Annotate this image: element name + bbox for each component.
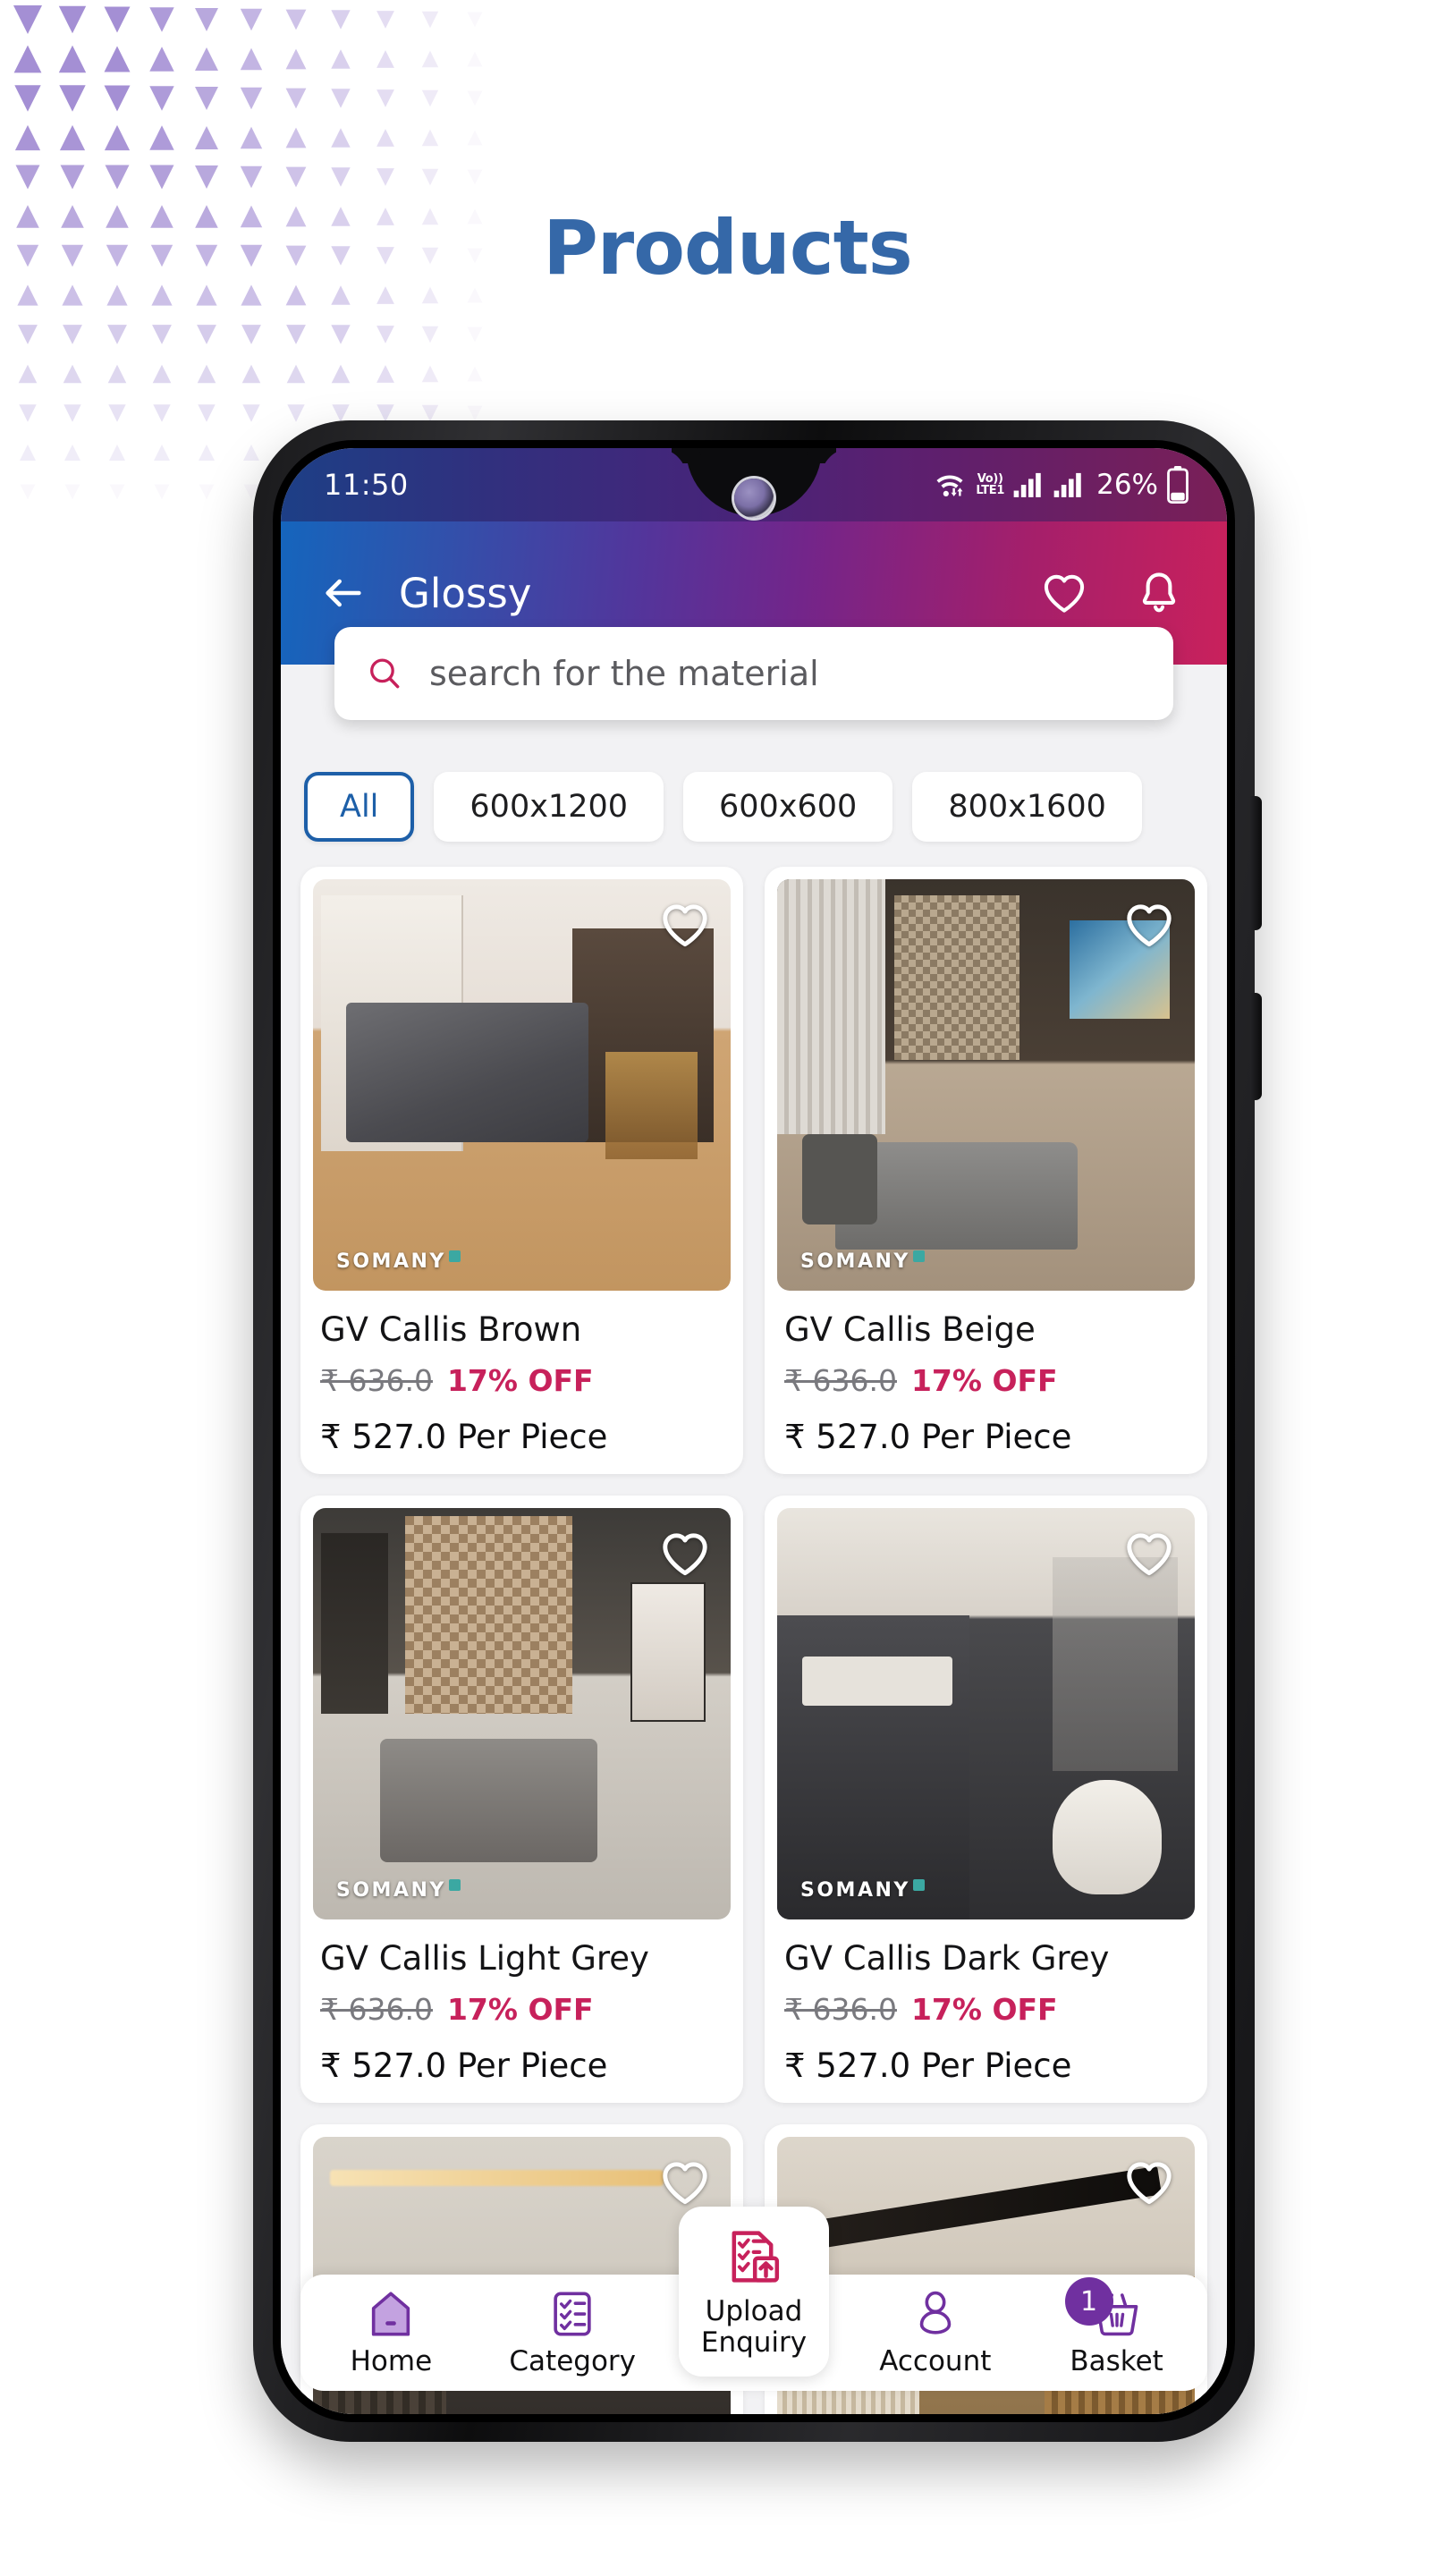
nav-label-category: Category: [509, 2345, 636, 2377]
upload-document-icon: [732, 2231, 780, 2283]
nav-label-home: Home: [350, 2345, 433, 2377]
status-clock: 11:50: [324, 468, 409, 502]
product-price: ₹ 527.0 Per Piece: [320, 1418, 608, 1456]
nav-label-upload-line1: Upload: [705, 2294, 803, 2327]
product-card[interactable]: SOMANY GV Callis Dark Grey ₹ 636.0 17% OFF ₹…: [765, 1496, 1207, 2103]
nav-label-upload-line2: Enquiry: [700, 2326, 808, 2359]
nav-item-home[interactable]: Home: [300, 2288, 482, 2377]
product-name: GV Callis Dark Grey: [784, 1939, 1110, 1978]
nav-item-category[interactable]: Category: [482, 2288, 664, 2377]
brand-watermark: SOMANY: [336, 1250, 461, 1273]
product-discount: 17% OFF: [910, 1363, 1058, 1398]
product-image[interactable]: SOMANY: [313, 1508, 731, 1919]
product-price-row: ₹ 636.0 17% OFF: [320, 1992, 731, 2027]
product-old-price: ₹ 636.0: [320, 1363, 433, 1398]
filter-chip-all[interactable]: All: [304, 772, 415, 842]
heart-icon[interactable]: [1121, 1526, 1177, 1581]
product-price: ₹ 527.0 Per Piece: [320, 2046, 608, 2085]
battery-icon: [1167, 466, 1189, 504]
home-icon: [372, 2292, 410, 2336]
product-price-row: ₹ 636.0 17% OFF: [784, 1992, 1195, 2027]
nav-item-account[interactable]: Account: [844, 2288, 1026, 2377]
heart-icon[interactable]: [1121, 897, 1177, 953]
search-bar-container: search for the material: [334, 627, 1173, 720]
phone-device-frame: 11:50 Vo)) LTE1 26% Glossy All 600x1200 …: [253, 420, 1262, 2442]
product-grid: SOMANY GV Callis Brown ₹ 636.0 17% OFF ₹ 527…: [281, 867, 1227, 2414]
front-camera-icon: [734, 479, 774, 518]
brand-watermark: SOMANY: [336, 1879, 461, 1902]
heart-icon[interactable]: [657, 897, 713, 953]
brand-watermark: SOMANY: [800, 1879, 925, 1902]
product-card[interactable]: SOMANY GV Callis Light Grey ₹ 636.0 17% OFF…: [300, 1496, 743, 2103]
product-name: GV Callis Beige: [784, 1310, 1036, 1349]
product-discount: 17% OFF: [910, 1992, 1058, 2027]
nav-item-upload-enquiry[interactable]: Upload Enquiry: [679, 2207, 829, 2377]
person-icon: [919, 2291, 952, 2334]
product-old-price: ₹ 636.0: [784, 1363, 897, 1398]
product-price-row: ₹ 636.0 17% OFF: [784, 1363, 1195, 1398]
status-indicators: Vo)) LTE1 26%: [932, 466, 1189, 504]
page-title: Products: [543, 204, 913, 292]
content-area: All 600x1200 600x600 800x1600 SOMANY GV Call…: [281, 665, 1227, 2414]
volume-button[interactable]: [1250, 993, 1262, 1100]
product-name: GV Callis Brown: [320, 1310, 582, 1349]
wifi-icon: [936, 475, 963, 496]
product-name: GV Callis Light Grey: [320, 1939, 649, 1978]
heart-icon[interactable]: [1121, 2155, 1177, 2210]
volte-icon: Vo)) LTE1: [976, 472, 1005, 497]
nav-item-basket[interactable]: 1 Basket: [1026, 2277, 1207, 2377]
product-old-price: ₹ 636.0: [784, 1992, 897, 2027]
heart-icon[interactable]: [1039, 568, 1089, 618]
basket-badge: 1: [1064, 2277, 1113, 2326]
heart-icon[interactable]: [657, 1526, 713, 1581]
power-button[interactable]: [1250, 796, 1262, 930]
filter-chip-800x1600[interactable]: 800x1600: [912, 772, 1142, 842]
product-price-row: ₹ 636.0 17% OFF: [320, 1363, 731, 1398]
nav-label-basket: Basket: [1070, 2345, 1163, 2377]
search-input[interactable]: search for the material: [429, 654, 819, 693]
product-card[interactable]: SOMANY GV Callis Beige ₹ 636.0 17% OFF ₹ 527…: [765, 867, 1207, 1474]
filter-chip-row: All 600x1200 600x600 800x1600: [281, 772, 1227, 842]
product-discount: 17% OFF: [446, 1363, 594, 1398]
product-discount: 17% OFF: [446, 1992, 594, 2027]
product-price: ₹ 527.0 Per Piece: [784, 1418, 1072, 1456]
nav-label-account: Account: [879, 2345, 992, 2377]
product-image[interactable]: SOMANY: [777, 1508, 1195, 1919]
battery-percent-label: 26%: [1096, 469, 1158, 501]
brand-watermark: SOMANY: [800, 1250, 925, 1273]
bottom-navigation-container: Home Category Account 1 Basket Upload En…: [281, 2207, 1227, 2414]
filter-chip-600x600[interactable]: 600x600: [683, 772, 893, 842]
signal-bars-icon: [1013, 472, 1041, 497]
product-old-price: ₹ 636.0: [320, 1992, 433, 2027]
app-bar-actions: [1039, 568, 1184, 618]
search-bar[interactable]: search for the material: [334, 627, 1173, 720]
back-arrow-icon[interactable]: [320, 570, 367, 616]
phone-bezel: 11:50 Vo)) LTE1 26% Glossy All 600x1200 …: [273, 440, 1235, 2422]
product-image[interactable]: SOMANY: [777, 879, 1195, 1291]
filter-chip-600x1200[interactable]: 600x1200: [434, 772, 664, 842]
signal-bars-icon: [1053, 472, 1081, 497]
phone-screen: 11:50 Vo)) LTE1 26% Glossy All 600x1200 …: [281, 448, 1227, 2414]
product-price: ₹ 527.0 Per Piece: [784, 2046, 1072, 2085]
checklist-icon: [554, 2292, 591, 2336]
product-image[interactable]: SOMANY: [313, 879, 731, 1291]
bell-icon[interactable]: [1134, 568, 1184, 618]
app-bar-title: Glossy: [399, 569, 532, 617]
heart-icon[interactable]: [657, 2155, 713, 2210]
search-icon: [370, 658, 400, 689]
product-card[interactable]: SOMANY GV Callis Brown ₹ 636.0 17% OFF ₹ 527…: [300, 867, 743, 1474]
